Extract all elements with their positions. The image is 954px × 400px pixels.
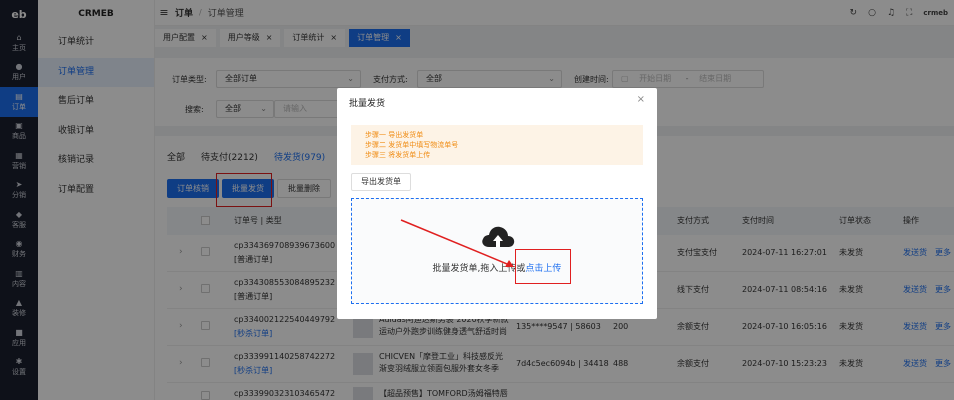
close-icon[interactable]: × [637,94,645,105]
step-2: 步骤二 发货单中填写物流单号 [365,141,459,149]
highlight-box [515,249,571,284]
modal-overlay-left [0,0,155,400]
step-1: 步骤一 导出发货单 [365,131,424,139]
upload-hint: 批量发货单,拖入上传或 [432,264,526,274]
dialog-title: 批量发货 [349,99,386,109]
export-shipping-button[interactable]: 导出发货单 [351,173,411,191]
steps-notice: 步骤一 导出发货单 步骤二 发货单中填写物流单号 步骤三 将发货单上传 [351,125,643,165]
upload-dropzone[interactable]: 批量发货单,拖入上传或点击上传 [351,198,643,304]
upload-cloud-icon [482,226,515,247]
batch-ship-dialog: 批量发货 × 步骤一 导出发货单 步骤二 发货单中填写物流单号 步骤三 将发货单… [337,88,657,319]
step-3: 步骤三 将发货单上传 [365,151,431,159]
